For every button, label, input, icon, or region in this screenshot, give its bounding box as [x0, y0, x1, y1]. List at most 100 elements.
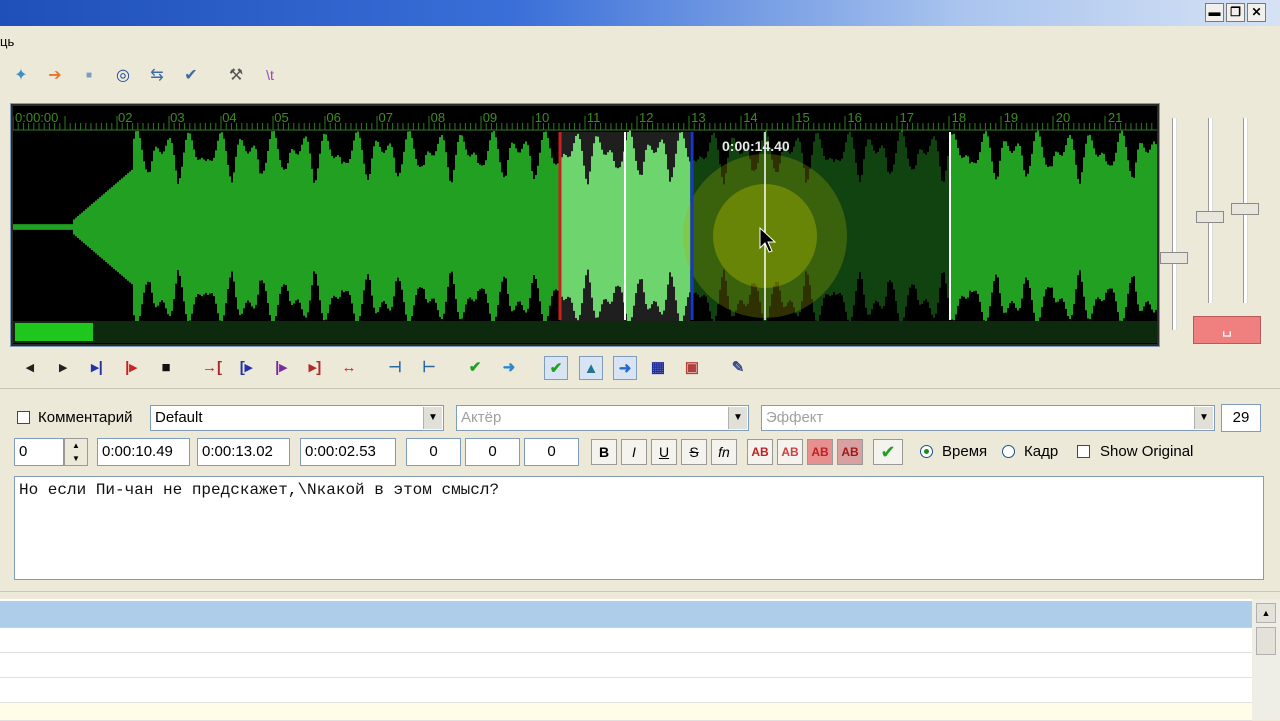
subtitle-text-editor[interactable]: Но если Пи-чан не предскажет,\Nкакой в э… — [14, 476, 1264, 580]
waveform-sample — [1093, 148, 1095, 306]
menu-item-help[interactable]: ць — [0, 34, 14, 49]
spectrum-icon[interactable]: ▦ — [647, 356, 669, 378]
shift-times-icon[interactable]: ⇆ — [146, 64, 168, 86]
karaoke-mode-icon[interactable]: ✎ — [727, 356, 749, 378]
waveform-sample — [529, 155, 531, 299]
secondary-color-button[interactable]: AB — [777, 439, 803, 465]
waveform-sample — [527, 145, 529, 309]
chevron-down-icon[interactable]: ▼ — [728, 407, 747, 429]
stop-small-icon[interactable]: ■ — [78, 64, 100, 86]
waveform-sample — [1101, 152, 1103, 302]
auto-scroll-icon[interactable]: ▲ — [579, 356, 603, 380]
outline-color-button[interactable]: AB — [807, 439, 833, 465]
italic-button[interactable]: I — [621, 439, 647, 465]
go-to-icon[interactable]: ➜ — [498, 356, 520, 378]
table-row[interactable] — [0, 678, 1252, 703]
style-dropdown[interactable]: Default ▼ — [150, 405, 444, 431]
primary-color-button[interactable]: AB — [747, 439, 773, 465]
table-row[interactable] — [0, 703, 1252, 721]
actor-dropdown[interactable]: Актёр ▼ — [456, 405, 749, 431]
duration-field[interactable]: 0:00:02.53 — [300, 438, 396, 466]
grid-scrollbar[interactable]: ▲ — [1252, 599, 1280, 720]
prev-line-icon[interactable]: ◂ — [19, 356, 41, 378]
waveform-sample — [291, 148, 293, 306]
commit-icon[interactable]: ✔ — [464, 356, 486, 378]
play-end-icon[interactable]: |▸ — [270, 356, 292, 378]
play-to-end-icon[interactable]: ↔ — [338, 356, 360, 378]
radio-dot — [924, 449, 929, 454]
strikeout-button[interactable]: S — [681, 439, 707, 465]
layer-spinner[interactable]: ▲ ▼ — [64, 438, 88, 466]
check-icon[interactable]: ✔ — [180, 64, 202, 86]
end-time-field[interactable]: 0:00:13.02 — [197, 438, 290, 466]
shadow-color-button[interactable]: AB — [837, 439, 863, 465]
comment-checkbox[interactable] — [17, 411, 30, 424]
karaoke-button[interactable]: ␣ — [1193, 316, 1261, 344]
time-radio[interactable] — [920, 445, 933, 458]
waveform-sample — [483, 165, 485, 289]
minimize-button[interactable]: ▬ — [1205, 3, 1224, 22]
lead-in-icon[interactable]: ⊣ — [384, 356, 406, 378]
play-selection-icon[interactable]: ▸| — [86, 356, 108, 378]
waveform-sample — [415, 158, 417, 296]
vertical-zoom-thumb[interactable] — [1160, 252, 1188, 264]
font-button[interactable]: fn — [711, 439, 737, 465]
commit-button[interactable]: ✔ — [873, 439, 903, 465]
play-line-icon[interactable]: |▸ — [120, 356, 142, 378]
waveform-sample — [85, 209, 87, 245]
waveform-sample — [533, 178, 535, 276]
margin-vertical-field[interactable]: 0 — [524, 438, 579, 466]
auto-commit-icon[interactable]: ✔ — [544, 356, 568, 380]
bold-button[interactable]: B — [591, 439, 617, 465]
waveform-sample — [1053, 156, 1055, 298]
auto-next-icon[interactable]: ➜ — [613, 356, 637, 380]
next-line-icon[interactable]: ▸ — [52, 356, 74, 378]
waveform-sample — [119, 180, 121, 274]
tag-icon[interactable]: \t — [259, 64, 281, 86]
volume-thumb[interactable] — [1196, 211, 1224, 223]
start-time-field[interactable]: 0:00:10.49 — [97, 438, 190, 466]
play-after-icon[interactable]: ▸] — [304, 356, 326, 378]
play-before-icon[interactable]: →[ — [201, 356, 223, 378]
margin-left-field[interactable]: 0 — [406, 438, 461, 466]
table-row[interactable] — [0, 628, 1252, 653]
target-icon[interactable]: ◎ — [112, 64, 134, 86]
vertical-zoom-slider[interactable] — [1172, 118, 1177, 330]
waveform[interactable] — [13, 106, 1157, 344]
waveform-sample — [303, 138, 305, 316]
waveform-sample — [209, 160, 211, 294]
play-start-icon[interactable]: [▸ — [235, 356, 257, 378]
close-button[interactable]: ✕ — [1247, 3, 1266, 22]
margin-right-field[interactable]: 0 — [465, 438, 520, 466]
waveform-sample — [323, 133, 325, 321]
waveform-sample — [455, 154, 457, 300]
table-row[interactable] — [0, 653, 1252, 678]
waveform-sample — [1113, 161, 1115, 293]
ruler-tick-label: 10 — [534, 110, 550, 125]
waveform-sample — [165, 145, 167, 309]
waveform-sample — [79, 214, 81, 240]
waveform-sample — [289, 152, 291, 302]
play-icon[interactable]: ➔ — [44, 64, 66, 86]
waveform-sample — [95, 200, 97, 254]
ruler-tick-label: 06 — [326, 110, 341, 125]
waveform-sample — [99, 197, 101, 257]
chevron-down-icon[interactable]: ▼ — [423, 407, 442, 429]
pin-icon[interactable]: ✦ — [10, 64, 32, 86]
scroll-up-icon[interactable]: ▲ — [1256, 603, 1276, 623]
waveform-sample — [1095, 154, 1097, 300]
lead-out-icon[interactable]: ⊢ — [418, 356, 440, 378]
frame-radio[interactable] — [1002, 445, 1015, 458]
restore-button[interactable]: ❐ — [1226, 3, 1245, 22]
effect-dropdown[interactable]: Эффект ▼ — [761, 405, 1215, 431]
layer-field[interactable]: 0 — [14, 438, 64, 466]
stop-icon[interactable]: ■ — [155, 356, 177, 378]
scroll-thumb[interactable] — [1256, 627, 1276, 655]
show-original-checkbox[interactable] — [1077, 445, 1090, 458]
video-keyframes-icon[interactable]: ▣ — [681, 356, 703, 378]
horizontal-zoom-thumb[interactable] — [1231, 203, 1259, 215]
underline-button[interactable]: U — [651, 439, 677, 465]
waveform-sample — [69, 224, 71, 230]
hammer-icon[interactable]: ⚒ — [225, 64, 247, 86]
chevron-down-icon[interactable]: ▼ — [1194, 407, 1213, 429]
